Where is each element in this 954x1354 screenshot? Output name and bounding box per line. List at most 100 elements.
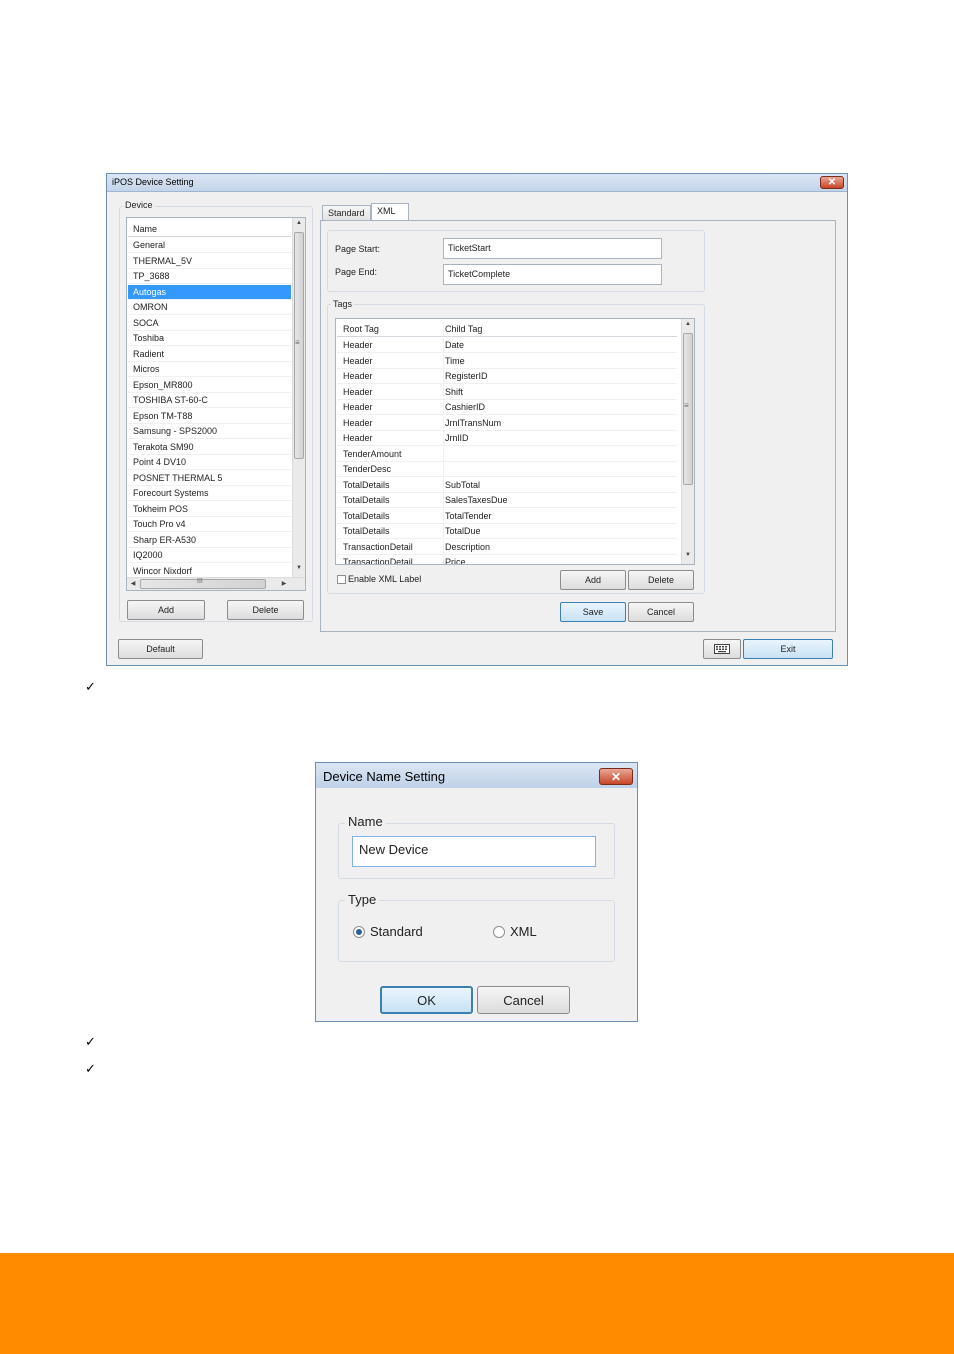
tags-scroll-down-arrow-icon[interactable]: ▼ bbox=[682, 552, 694, 558]
ipos-device-setting-window: iPOS Device Setting ✕ Device Name Genera… bbox=[106, 173, 848, 666]
close-icon: ✕ bbox=[827, 177, 837, 188]
device-list-item[interactable]: Touch Pro v4 bbox=[128, 517, 291, 532]
child-tag-cell: Date bbox=[443, 338, 464, 353]
tags-grid-vscrollbar[interactable]: ▲ ≡ ▼ bbox=[681, 319, 694, 564]
device-list-item[interactable]: IQ2000 bbox=[128, 548, 291, 563]
title-bar: iPOS Device Setting ✕ bbox=[107, 174, 847, 192]
checkmark-icon: ✓ bbox=[85, 679, 96, 694]
tags-grid[interactable]: Root Tag Child Tag Header Date Header Time H… bbox=[335, 318, 695, 565]
checkmark-icon: ✓ bbox=[85, 1061, 96, 1076]
tags-grid-row[interactable]: TransactionDetail Description bbox=[337, 539, 677, 555]
device-list-item[interactable]: Tokheim POS bbox=[128, 502, 291, 517]
add-device-button[interactable]: Add bbox=[127, 600, 205, 620]
tags-grid-row[interactable]: TotalDetails TotalTender bbox=[337, 508, 677, 524]
root-tag-cell: TotalDetails bbox=[343, 495, 390, 505]
close-button[interactable]: ✕ bbox=[820, 176, 844, 189]
child-tag-cell bbox=[443, 462, 445, 477]
device-list-item[interactable]: Radient bbox=[128, 347, 291, 362]
device-list-hscrollbar[interactable]: ◀ III ▶ bbox=[127, 577, 305, 590]
cancel-button[interactable]: Cancel bbox=[477, 986, 570, 1014]
scroll-grip-icon: ≡ bbox=[295, 338, 300, 347]
root-tag-cell: Header bbox=[343, 355, 373, 366]
default-button[interactable]: Default bbox=[118, 639, 203, 659]
footer-bar bbox=[0, 1253, 954, 1354]
device-list[interactable]: Name General THERMAL_5V TP_3688 Autogas OMRO… bbox=[126, 217, 306, 591]
tags-grid-header: Root Tag Child Tag bbox=[337, 322, 677, 337]
root-tag-cell: Header bbox=[343, 340, 373, 350]
tags-grid-row[interactable]: Header JrnlID bbox=[337, 431, 677, 446]
device-list-item[interactable]: Toshiba bbox=[128, 331, 291, 346]
device-list-header[interactable]: Name bbox=[128, 222, 291, 237]
device-list-item[interactable]: SOCA bbox=[128, 316, 291, 331]
device-list-item[interactable]: Terakota SM90 bbox=[128, 440, 291, 455]
child-tag-cell: Shift bbox=[443, 384, 463, 400]
xml-radio[interactable] bbox=[493, 926, 505, 938]
dialog-body: Name New Device Type Standard XML OK Can… bbox=[316, 788, 637, 1021]
child-tag-cell: JrnlID bbox=[443, 431, 469, 446]
device-name-input[interactable]: New Device bbox=[352, 836, 596, 867]
add-tag-button[interactable]: Add bbox=[560, 570, 626, 590]
tags-grid-row[interactable]: TotalDetails SubTotal bbox=[337, 477, 677, 493]
tags-grid-row[interactable]: TotalDetails TotalDue bbox=[337, 524, 677, 539]
scroll-up-arrow-icon[interactable]: ▲ bbox=[293, 220, 305, 226]
device-list-vscrollbar[interactable]: ▲ ≡ ▼ bbox=[292, 218, 305, 577]
scroll-down-arrow-icon[interactable]: ▼ bbox=[293, 565, 305, 571]
page-end-input[interactable]: TicketComplete bbox=[443, 264, 662, 285]
tags-grid-row[interactable]: TransactionDetail Price bbox=[337, 555, 677, 564]
tags-grid-row[interactable]: Header Time bbox=[337, 353, 677, 369]
device-list-item[interactable]: TOSHIBA ST-60-C bbox=[128, 393, 291, 408]
device-list-item[interactable]: Micros bbox=[128, 362, 291, 377]
device-list-item[interactable]: Point 4 DV10 bbox=[128, 455, 291, 470]
tab-standard[interactable]: Standard bbox=[322, 205, 371, 221]
child-tag-cell bbox=[443, 446, 445, 462]
tab-xml[interactable]: XML bbox=[371, 203, 409, 221]
tags-grid-row[interactable]: TenderAmount bbox=[337, 446, 677, 462]
delete-tag-button[interactable]: Delete bbox=[628, 570, 694, 590]
tags-grid-row[interactable]: Header JrnlTransNum bbox=[337, 415, 677, 431]
keyboard-button[interactable] bbox=[703, 639, 741, 659]
device-list-item[interactable]: Epson TM-T88 bbox=[128, 409, 291, 424]
scroll-right-arrow-icon[interactable]: ▶ bbox=[278, 580, 290, 587]
tags-grid-row[interactable]: TotalDetails SalesTaxesDue bbox=[337, 493, 677, 508]
device-list-item[interactable]: THERMAL_5V bbox=[128, 254, 291, 269]
child-tag-cell: Price bbox=[443, 555, 466, 564]
child-tag-cell: SubTotal bbox=[443, 477, 480, 493]
device-list-item[interactable]: Forecourt Systems bbox=[128, 486, 291, 501]
device-list-item[interactable]: Autogas bbox=[128, 284, 291, 300]
root-tag-cell: Header bbox=[343, 402, 373, 412]
cancel-button[interactable]: Cancel bbox=[628, 602, 694, 622]
tags-grid-row[interactable]: Header RegisterID bbox=[337, 369, 677, 384]
scroll-left-arrow-icon[interactable]: ◀ bbox=[127, 580, 139, 587]
save-button[interactable]: Save bbox=[560, 602, 626, 622]
enable-xml-label-checkbox[interactable] bbox=[337, 575, 346, 584]
device-list-item[interactable]: General bbox=[128, 238, 291, 253]
device-list-item[interactable]: Samsung - SPS2000 bbox=[128, 424, 291, 439]
root-tag-cell: TenderDesc bbox=[343, 464, 392, 474]
root-tag-cell: Header bbox=[343, 371, 373, 381]
device-list-item[interactable]: OMRON bbox=[128, 300, 291, 315]
ok-button[interactable]: OK bbox=[380, 986, 473, 1014]
device-list-item[interactable]: POSNET THERMAL 5 bbox=[128, 471, 291, 486]
page-start-input[interactable]: TicketStart bbox=[443, 238, 662, 259]
hscroll-thumb[interactable] bbox=[140, 579, 266, 589]
standard-radio[interactable] bbox=[353, 926, 365, 938]
root-tag-header[interactable]: Root Tag bbox=[343, 322, 379, 337]
device-list-item[interactable]: Epson_MR800 bbox=[128, 378, 291, 393]
tags-grid-row[interactable]: Header CashierID bbox=[337, 400, 677, 415]
tags-grid-row[interactable]: Header Shift bbox=[337, 384, 677, 400]
type-group-label: Type bbox=[345, 892, 380, 907]
hscroll-grip-icon: III bbox=[197, 578, 203, 585]
device-list-item[interactable]: TP_3688 bbox=[128, 269, 291, 284]
page-end-label: Page End: bbox=[335, 267, 378, 277]
root-tag-cell: TenderAmount bbox=[343, 448, 402, 459]
tags-grid-row[interactable]: TenderDesc bbox=[337, 462, 677, 477]
device-list-item[interactable]: Sharp ER-A530 bbox=[128, 533, 291, 548]
tags-group-label: Tags bbox=[331, 299, 355, 309]
tags-grid-row[interactable]: Header Date bbox=[337, 338, 677, 353]
delete-device-button[interactable]: Delete bbox=[227, 600, 304, 620]
tags-scroll-up-arrow-icon[interactable]: ▲ bbox=[682, 321, 694, 327]
dialog-close-button[interactable]: ✕ bbox=[599, 768, 633, 785]
child-tag-header[interactable]: Child Tag bbox=[443, 322, 482, 337]
window-title: iPOS Device Setting bbox=[112, 177, 194, 187]
exit-button[interactable]: Exit bbox=[743, 639, 833, 659]
